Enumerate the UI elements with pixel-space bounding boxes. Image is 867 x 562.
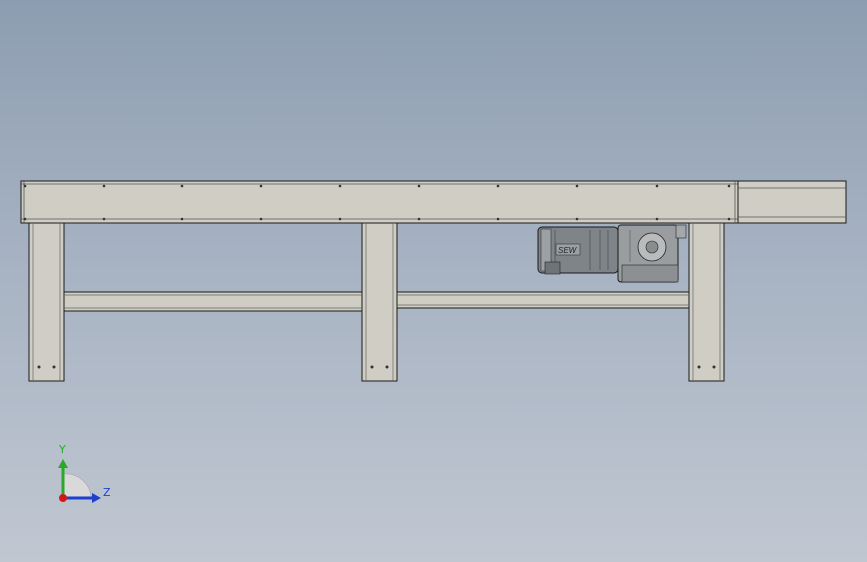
leg-left[interactable] [28, 222, 65, 382]
y-axis-label: Y [59, 443, 66, 456]
triad-plane-sector [62, 473, 92, 499]
leg-middle[interactable] [361, 222, 398, 382]
conveyor-frame-beam[interactable] [20, 180, 739, 224]
motor-brand-text: SEW [558, 246, 578, 255]
coordinate-triad [58, 459, 101, 503]
z-axis-label: Z [103, 486, 111, 499]
leg-right[interactable] [688, 222, 725, 382]
cross-brace-right[interactable] [396, 291, 690, 309]
conveyor-model-view[interactable]: SEW [0, 0, 867, 562]
cross-brace-left[interactable] [63, 291, 363, 312]
beam-end-extension[interactable] [737, 180, 847, 224]
x-axis-dot [59, 494, 67, 502]
graphics-viewport[interactable]: SEW Y Z [0, 0, 867, 562]
gear-motor[interactable]: SEW [537, 224, 687, 283]
